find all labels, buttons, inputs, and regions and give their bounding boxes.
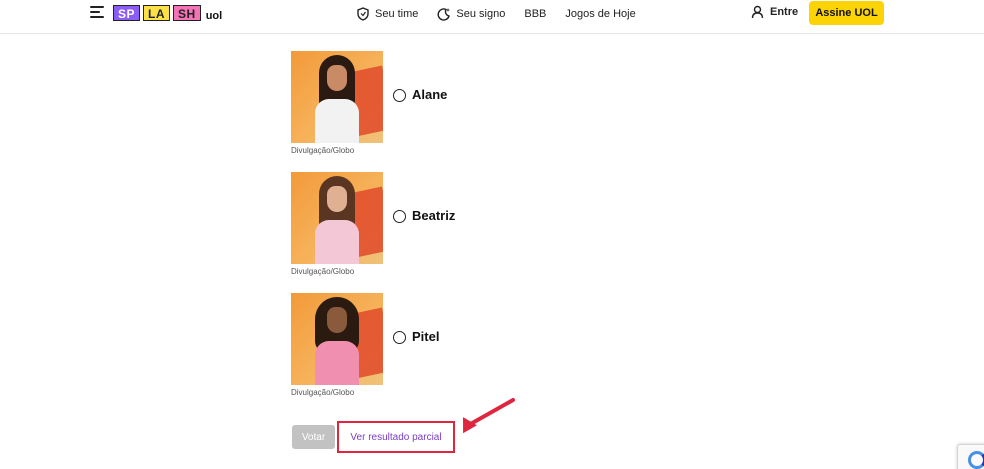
hamburger-menu-icon[interactable] xyxy=(90,6,104,20)
partial-result-link[interactable]: Ver resultado parcial xyxy=(337,421,455,453)
option-label[interactable]: Pitel xyxy=(412,329,439,344)
user-icon xyxy=(751,5,764,19)
logo-block-1: SP xyxy=(113,5,141,21)
photo-credit: Divulgação/Globo xyxy=(291,146,355,155)
login-label: Entre xyxy=(770,6,799,18)
recaptcha-badge[interactable] xyxy=(957,444,984,469)
photo-credit: Divulgação/Globo xyxy=(291,267,355,276)
nav-item-bbb[interactable]: BBB xyxy=(524,6,546,22)
candidate-photo xyxy=(291,51,383,143)
nav-item-jogos-de-hoje[interactable]: Jogos de Hoje xyxy=(565,6,635,22)
radio-button[interactable] xyxy=(393,210,406,223)
nav-item-seu-signo[interactable]: Seu signo xyxy=(437,6,505,22)
site-header: SP LA SH uol Seu time Seu signo BBB Jogo… xyxy=(0,0,984,34)
logo-block-2: LA xyxy=(143,5,171,21)
radio-button[interactable] xyxy=(393,89,406,102)
moon-stars-icon xyxy=(437,8,451,21)
vote-button[interactable]: Votar xyxy=(292,425,335,449)
subscribe-button[interactable]: Assine UOL xyxy=(809,1,884,25)
photo-credit: Divulgação/Globo xyxy=(291,388,355,397)
annotation-arrow-icon xyxy=(463,398,515,434)
logo-suffix: uol xyxy=(205,10,223,22)
logo-block-3: SH xyxy=(173,5,201,21)
radio-button[interactable] xyxy=(393,331,406,344)
candidate-photo xyxy=(291,172,383,264)
login-link[interactable]: Entre xyxy=(751,5,798,19)
main-nav: Seu time Seu signo BBB Jogos de Hoje xyxy=(356,6,655,22)
shield-icon xyxy=(357,7,369,21)
nav-label-seu-time: Seu time xyxy=(375,8,419,20)
candidate-photo xyxy=(291,293,383,385)
nav-label-jogos-de-hoje: Jogos de Hoje xyxy=(565,8,636,20)
option-label[interactable]: Beatriz xyxy=(412,208,455,223)
nav-label-bbb: BBB xyxy=(524,8,547,20)
recaptcha-icon xyxy=(968,451,984,469)
nav-label-seu-signo: Seu signo xyxy=(456,8,506,20)
splash-uol-logo[interactable]: SP LA SH uol xyxy=(113,4,222,22)
nav-item-seu-time[interactable]: Seu time xyxy=(356,6,418,22)
option-label[interactable]: Alane xyxy=(412,87,447,102)
